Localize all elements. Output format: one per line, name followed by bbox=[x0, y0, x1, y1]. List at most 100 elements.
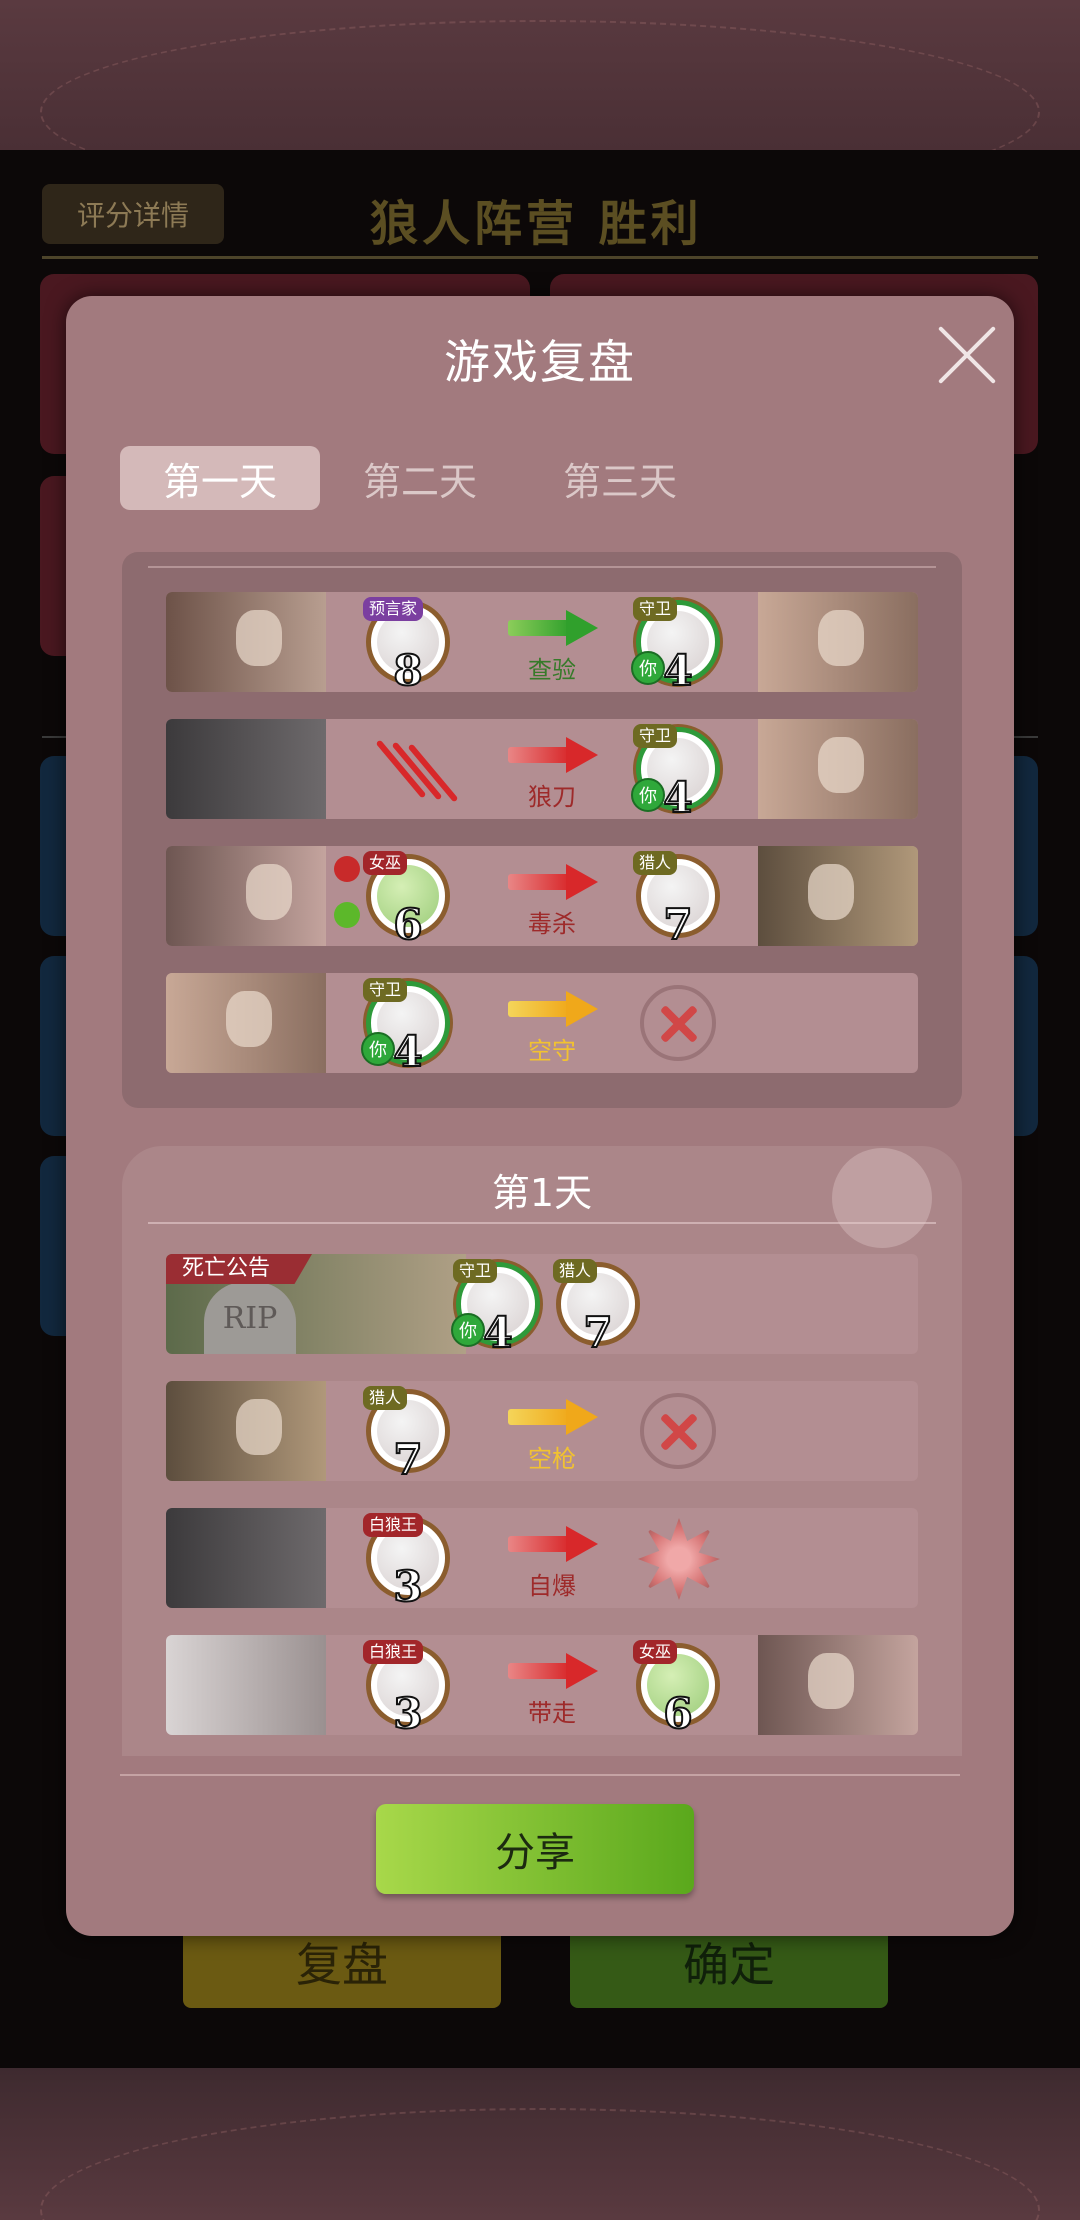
player-avatar: 预言家 8 bbox=[363, 597, 450, 692]
modal-divider bbox=[120, 1774, 960, 1776]
night-action-row: 女巫 6 毒杀 猎人 7 bbox=[166, 846, 918, 946]
werewolf-portrait bbox=[166, 719, 326, 819]
no-target-icon bbox=[640, 985, 716, 1061]
death-notice-row: RIP 死亡公告 守卫 你 4 猎人 7 bbox=[166, 1254, 918, 1354]
player-avatar: 猎人 7 bbox=[553, 1259, 640, 1354]
tombstone-icon: RIP bbox=[204, 1282, 296, 1354]
bottom-frame bbox=[0, 2068, 1080, 2220]
day-actions-panel: 第1天 RIP 死亡公告 守卫 你 4 猎人 7 猎人 7 空枪 白狼王 3 自… bbox=[122, 1146, 962, 1756]
player-number: 6 bbox=[662, 1688, 693, 1735]
replay-modal: 游戏复盘 第一天 第二天 第三天 预言家 8 查验 守卫 你 4 狼刀 守卫 你… bbox=[66, 296, 1014, 1936]
player-number: 7 bbox=[392, 1434, 423, 1481]
player-number: 3 bbox=[392, 1688, 423, 1735]
hunter-portrait bbox=[758, 846, 918, 946]
action: 查验 bbox=[502, 606, 602, 686]
werewolf-portrait bbox=[166, 1508, 326, 1608]
death-notice-banner: 死亡公告 bbox=[166, 1254, 312, 1284]
player-number: 4 bbox=[392, 1026, 423, 1073]
title-divider bbox=[42, 256, 1038, 259]
no-target-icon bbox=[640, 1393, 716, 1469]
role-tag: 守卫 bbox=[453, 1259, 498, 1283]
arrow-right-icon bbox=[508, 610, 598, 646]
day-action-row: 白狼王 3 自爆 bbox=[166, 1508, 918, 1608]
close-icon[interactable] bbox=[932, 320, 1002, 390]
player-avatar: 白狼王 3 bbox=[363, 1513, 450, 1608]
result-title: 狼人阵营 胜利 bbox=[370, 196, 703, 252]
player-avatar: 猎人 7 bbox=[363, 1386, 450, 1481]
role-tag: 白狼王 bbox=[363, 1513, 424, 1537]
potion-green-icon bbox=[334, 902, 360, 928]
role-tag: 女巫 bbox=[633, 1640, 678, 1664]
action: 狼刀 bbox=[502, 733, 602, 813]
tab-day-3[interactable]: 第三天 bbox=[520, 446, 720, 510]
modal-title: 游戏复盘 bbox=[444, 335, 636, 389]
guard-portrait bbox=[166, 973, 326, 1073]
role-tag: 预言家 bbox=[363, 597, 424, 621]
action-label: 空枪 bbox=[528, 1445, 576, 1473]
action: 空守 bbox=[502, 987, 602, 1067]
action: 自爆 bbox=[502, 1522, 602, 1602]
role-tag: 猎人 bbox=[363, 1386, 408, 1410]
top-frame bbox=[0, 0, 1080, 204]
player-avatar: 守卫 你 4 bbox=[631, 597, 720, 692]
tab-day-2[interactable]: 第二天 bbox=[320, 446, 520, 510]
role-tag: 猎人 bbox=[633, 851, 678, 875]
player-number: 4 bbox=[662, 645, 693, 692]
role-tag: 守卫 bbox=[633, 597, 678, 621]
action-label: 狼刀 bbox=[528, 783, 576, 811]
claw-icon bbox=[375, 733, 459, 803]
white-wolf-king-portrait bbox=[166, 1635, 326, 1735]
witch-portrait bbox=[758, 1635, 918, 1735]
action: 带走 bbox=[502, 1649, 602, 1729]
arrow-right-icon bbox=[508, 991, 598, 1027]
witch-portrait bbox=[166, 846, 326, 946]
player-avatar: 守卫 你 4 bbox=[361, 978, 450, 1073]
day-divider bbox=[148, 1222, 936, 1224]
guard-portrait bbox=[758, 592, 918, 692]
action-label: 自爆 bbox=[528, 1572, 576, 1600]
arrow-right-icon bbox=[508, 1399, 598, 1435]
day-title: 第1天 bbox=[491, 1171, 593, 1215]
player-number: 8 bbox=[392, 645, 423, 692]
player-number: 3 bbox=[392, 1561, 423, 1608]
player-number: 7 bbox=[662, 899, 693, 946]
role-tag: 守卫 bbox=[633, 724, 678, 748]
arrow-right-icon bbox=[508, 737, 598, 773]
action-label: 空守 bbox=[528, 1037, 576, 1065]
player-avatar: 守卫 你 4 bbox=[631, 724, 720, 819]
player-avatar: 女巫 6 bbox=[363, 851, 450, 946]
day-tabs: 第一天 第二天 第三天 bbox=[120, 446, 720, 510]
role-tag: 猎人 bbox=[553, 1259, 598, 1283]
role-tag: 白狼王 bbox=[363, 1640, 424, 1664]
day-action-row: 白狼王 3 带走 女巫 6 bbox=[166, 1635, 918, 1735]
score-details-button[interactable]: 评分详情 bbox=[42, 184, 224, 244]
share-button[interactable]: 分享 bbox=[376, 1804, 694, 1894]
action-label: 查验 bbox=[528, 656, 576, 684]
role-tag: 女巫 bbox=[363, 851, 408, 875]
tab-day-1[interactable]: 第一天 bbox=[120, 446, 320, 510]
player-number: 4 bbox=[482, 1307, 513, 1354]
action-label: 带走 bbox=[528, 1699, 576, 1727]
day-action-row: 猎人 7 空枪 bbox=[166, 1381, 918, 1481]
night-action-row: 守卫 你 4 空守 bbox=[166, 973, 918, 1073]
arrow-right-icon bbox=[508, 1526, 598, 1562]
hunter-portrait bbox=[166, 1381, 326, 1481]
action-label: 毒杀 bbox=[528, 910, 576, 938]
night-actions-panel: 预言家 8 查验 守卫 你 4 狼刀 守卫 你 4 女巫 6 毒杀 猎人 7 守… bbox=[122, 552, 962, 1108]
potion-red-icon bbox=[334, 856, 360, 882]
player-avatar: 守卫 你 4 bbox=[451, 1259, 540, 1354]
night-action-row: 狼刀 守卫 你 4 bbox=[166, 719, 918, 819]
explosion-icon bbox=[638, 1518, 720, 1600]
action: 空枪 bbox=[502, 1395, 602, 1475]
seer-portrait bbox=[166, 592, 326, 692]
player-number: 6 bbox=[392, 899, 423, 946]
player-avatar: 女巫 6 bbox=[633, 1640, 720, 1735]
guard-portrait bbox=[758, 719, 918, 819]
arrow-right-icon bbox=[508, 1653, 598, 1689]
player-number: 4 bbox=[662, 772, 693, 819]
player-avatar: 猎人 7 bbox=[633, 851, 720, 946]
player-number: 7 bbox=[582, 1307, 613, 1354]
arrow-right-icon bbox=[508, 864, 598, 900]
player-avatar: 白狼王 3 bbox=[363, 1640, 450, 1735]
action: 毒杀 bbox=[502, 860, 602, 940]
